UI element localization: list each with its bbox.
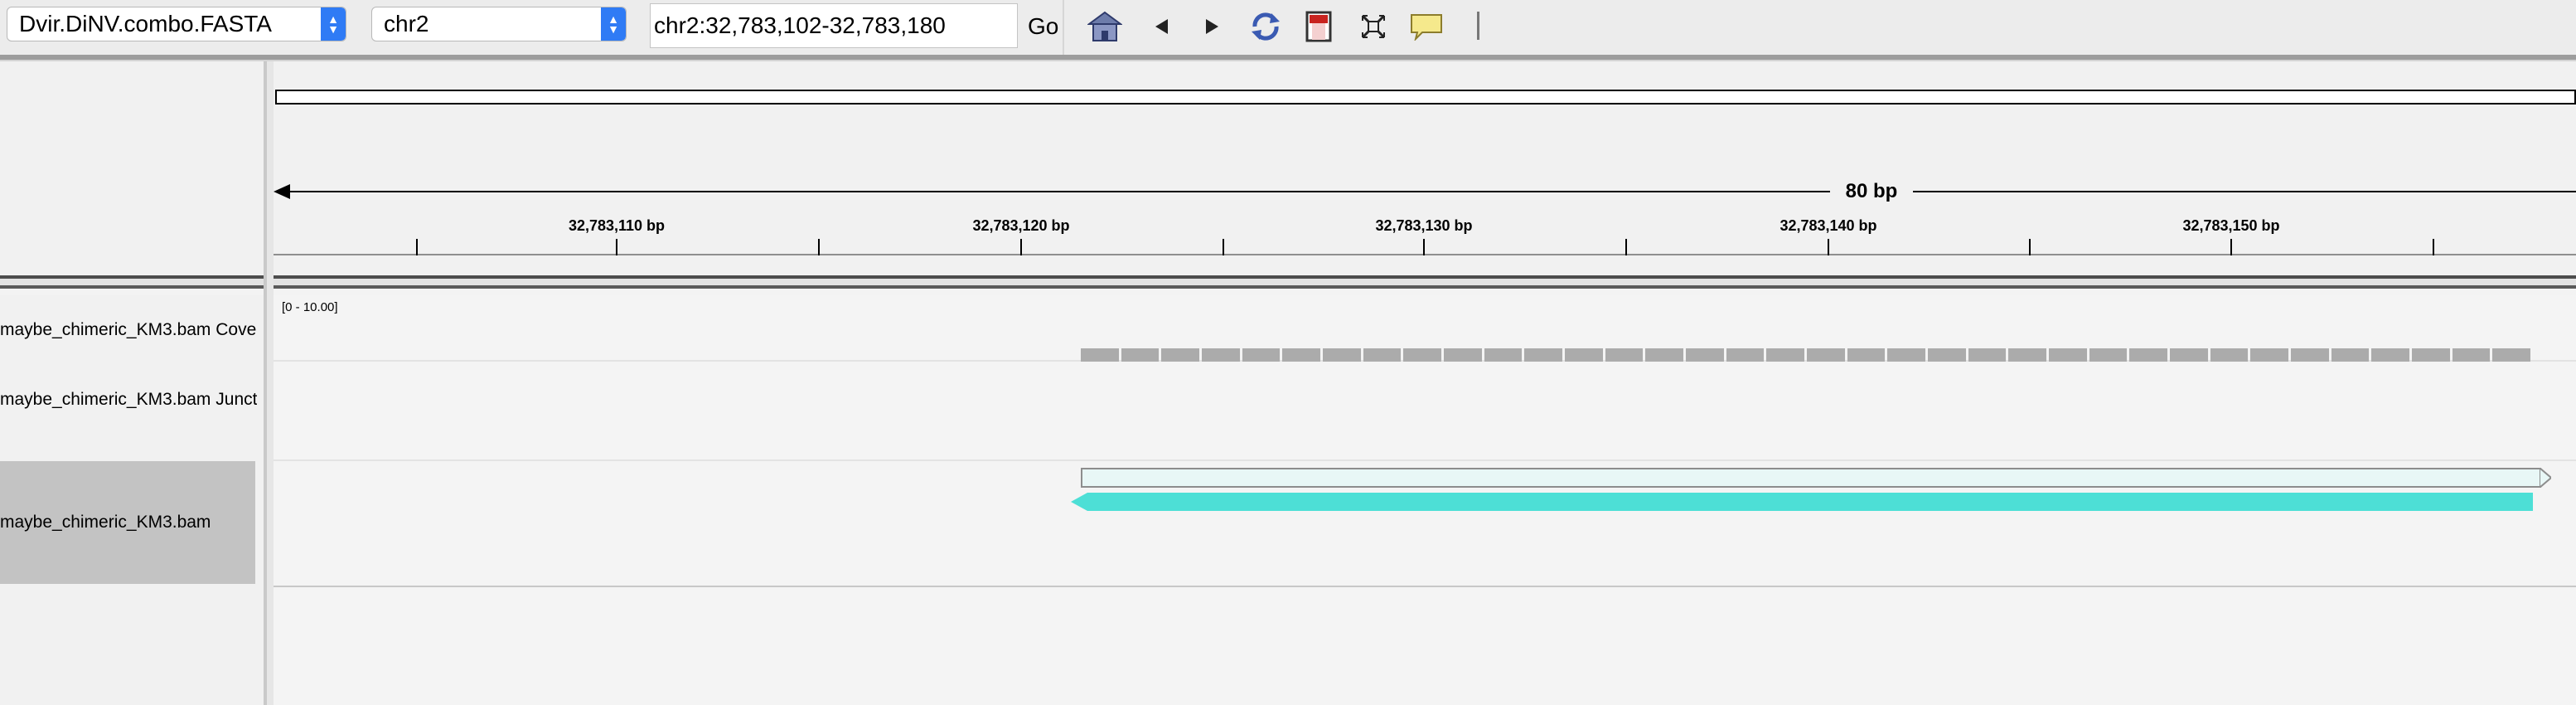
track-name-junctions[interactable]: maybe_chimeric_KM3.bam Junctions <box>0 388 257 411</box>
coverage-bar[interactable] <box>1726 348 1765 362</box>
ruler-tick-label: 32,783,150 bp <box>2182 217 2280 234</box>
coverage-bar[interactable] <box>1645 348 1683 362</box>
coverage-bar[interactable] <box>1484 348 1523 362</box>
coverage-bar[interactable] <box>1807 348 1845 362</box>
ruler-minor-tick <box>416 239 418 255</box>
ruler-minor-tick <box>1625 239 1627 255</box>
coverage-bar[interactable] <box>2371 348 2409 362</box>
coverage-data-range: [0 - 10.00] <box>282 300 338 314</box>
track-row-divider <box>274 459 2576 461</box>
locus-input[interactable]: chr2:32,783,102-32,783,180 <box>650 3 1018 48</box>
coverage-bar[interactable] <box>2452 348 2491 362</box>
read-reverse-strand-tip <box>1071 493 1087 511</box>
coverage-bar[interactable] <box>1524 348 1562 362</box>
chromosome-ideogram[interactable] <box>275 90 2576 105</box>
coverage-bar[interactable] <box>1565 348 1603 362</box>
coverage-bar[interactable] <box>2291 348 2329 362</box>
alignment-read-reverse[interactable] <box>1087 493 2533 511</box>
chromosome-select-value: chr2 <box>384 11 429 36</box>
coverage-bar[interactable] <box>2210 348 2249 362</box>
ruler-tick-label: 32,783,120 bp <box>972 217 1070 234</box>
genome-select-value: Dvir.DiNV.combo.FASTA <box>19 11 272 36</box>
ruler-major-tick <box>1828 239 1829 255</box>
coverage-bar[interactable] <box>2049 348 2087 362</box>
ruler-tick-label: 32,783,130 bp <box>1375 217 1473 234</box>
coverage-bar[interactable] <box>1847 348 1886 362</box>
coverage-bar[interactable] <box>2331 348 2370 362</box>
coverage-bar[interactable] <box>2089 348 2128 362</box>
coverage-bar[interactable] <box>1081 348 1119 362</box>
coverage-bar[interactable] <box>2008 348 2046 362</box>
panel-divider <box>0 289 2576 295</box>
panel-divider <box>0 279 2576 285</box>
span-line <box>282 191 1830 192</box>
coverage-bar[interactable] <box>1202 348 1240 362</box>
coverage-bar[interactable] <box>1403 348 1441 362</box>
chevron-up-down-icon: ▲ ▼ <box>601 7 626 41</box>
genome-select[interactable]: Dvir.DiNV.combo.FASTA ▲ ▼ <box>7 7 346 41</box>
ruler-minor-tick <box>818 239 820 255</box>
coverage-bar[interactable] <box>1323 348 1361 362</box>
back-arrow-icon[interactable] <box>1142 8 1180 45</box>
coverage-bar[interactable] <box>1282 348 1320 362</box>
span-line <box>1913 191 2576 192</box>
refresh-icon[interactable] <box>1247 8 1285 45</box>
region-of-interest-icon[interactable] <box>1300 8 1338 45</box>
alignment-read-forward[interactable] <box>1081 468 2541 488</box>
coverage-bar[interactable] <box>1605 348 1644 362</box>
coverage-bar[interactable] <box>1121 348 1160 362</box>
toolbar-separator <box>1063 0 1064 55</box>
chevron-up-down-icon: ▲ ▼ <box>321 7 346 41</box>
coverage-bar[interactable] <box>2492 348 2530 362</box>
track-name-coverage[interactable]: maybe_chimeric_KM3.bam Coverage <box>0 318 257 342</box>
coverage-bar[interactable] <box>1686 348 1724 362</box>
coverage-bar[interactable] <box>2250 348 2288 362</box>
ruler-tick-label: 32,783,140 bp <box>1779 217 1877 234</box>
popup-text-icon[interactable] <box>1407 8 1445 45</box>
coverage-bar[interactable] <box>2412 348 2450 362</box>
ruler-major-tick <box>2230 239 2232 255</box>
ruler-major-tick <box>616 239 617 255</box>
read-forward-strand-tip <box>2540 468 2551 488</box>
go-button[interactable]: Go <box>1028 10 1058 43</box>
ruler-major-tick <box>1423 239 1425 255</box>
coverage-bar[interactable] <box>1766 348 1804 362</box>
track-name-alignments[interactable]: maybe_chimeric_KM3.bam <box>0 511 257 534</box>
coverage-bar[interactable] <box>2170 348 2208 362</box>
chromosome-select[interactable]: chr2 ▲ ▼ <box>371 7 627 41</box>
span-label: 80 bp <box>1845 180 1898 202</box>
attribute-panel <box>267 61 274 705</box>
ruler-minor-tick <box>1223 239 1224 255</box>
name-panel-header <box>0 61 264 277</box>
coverage-bar[interactable] <box>1444 348 1482 362</box>
ruler-minor-tick <box>2029 239 2031 255</box>
forward-arrow-icon[interactable] <box>1194 8 1232 45</box>
track-row-divider <box>274 586 2576 587</box>
coverage-bar[interactable] <box>2129 348 2167 362</box>
home-icon[interactable] <box>1086 8 1124 45</box>
toolbar-end-divider <box>1477 12 1479 40</box>
ruler-major-tick <box>1020 239 1022 255</box>
coverage-bar[interactable] <box>1887 348 1925 362</box>
coverage-bar[interactable] <box>1161 348 1199 362</box>
coverage-bar[interactable] <box>1968 348 2007 362</box>
coverage-bar[interactable] <box>1928 348 1966 362</box>
coverage-bar[interactable] <box>1242 348 1281 362</box>
ruler-minor-tick <box>2433 239 2434 255</box>
coverage-bar[interactable] <box>1363 348 1402 362</box>
resize-to-window-icon[interactable] <box>1354 8 1392 45</box>
ruler-tick-label: 32,783,110 bp <box>568 217 666 234</box>
